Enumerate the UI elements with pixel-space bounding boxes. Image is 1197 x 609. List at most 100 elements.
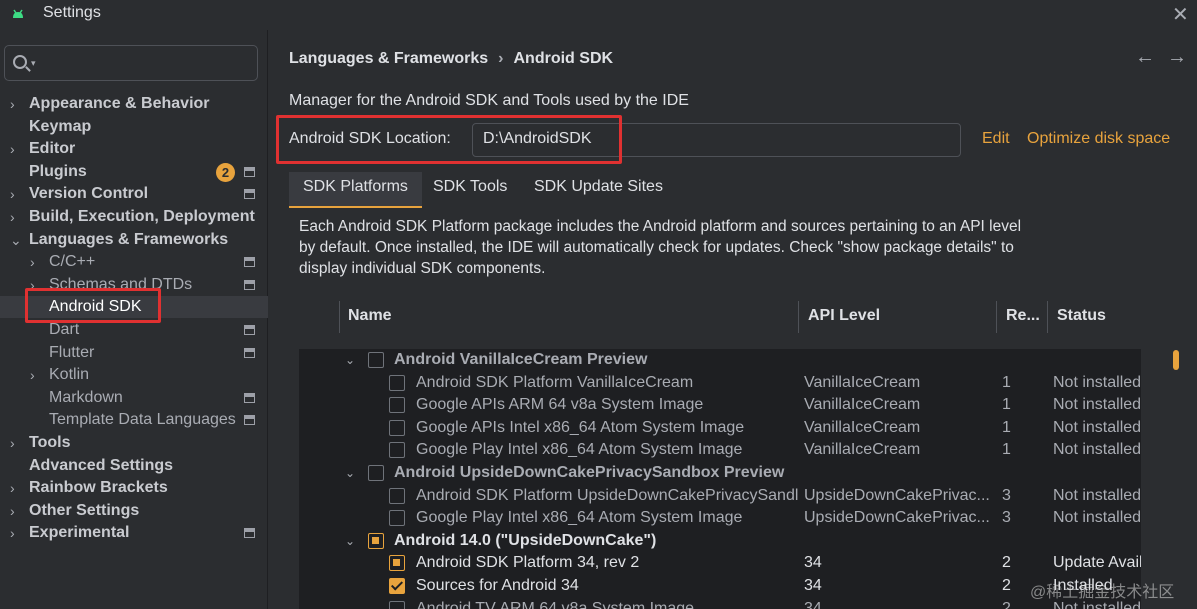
table-group-row[interactable]: ⌄ Android UpsideDownCakePrivacySandbox Pr… [299, 462, 1139, 484]
sidebar-item[interactable]: Flutter [0, 342, 268, 364]
checkbox[interactable] [368, 352, 384, 368]
notification-badge: 2 [216, 162, 235, 182]
checkbox[interactable] [389, 510, 405, 527]
sidebar-item[interactable]: Keymap [0, 116, 268, 138]
sidebar-item[interactable]: Advanced Settings [0, 455, 268, 477]
chevron-right-icon[interactable]: › [10, 477, 15, 499]
column-api-level[interactable]: API Level [808, 307, 880, 325]
checkbox[interactable] [389, 600, 405, 609]
checkbox[interactable] [389, 442, 405, 459]
optimize-disk-space-link[interactable]: Optimize disk space [1027, 130, 1170, 148]
title-bar: Settings ✕ [0, 0, 1197, 30]
search-input[interactable]: ▾ [4, 45, 258, 81]
nav-arrows: ← → [1135, 46, 1197, 69]
sdk-location-field[interactable]: D:\AndroidSDK [472, 123, 961, 157]
row-api-level: UpsideDownCakePrivac... [804, 509, 990, 527]
table-row[interactable]: Sources for Android 34 34 2 Installed [299, 575, 1139, 597]
breadcrumb-current: Android SDK [513, 50, 614, 67]
back-arrow-icon[interactable]: ← [1135, 46, 1155, 68]
tab-sdk-tools[interactable]: SDK Tools [419, 172, 521, 208]
settings-sidebar: ▾ › Appearance & Behavior Keymap › Editor Plu… [0, 30, 268, 609]
sdk-platforms-table: Name API Level Re... Status ⌄ Android Van… [299, 285, 1168, 609]
table-group-row[interactable]: ⌄ Android 14.0 ("UpsideDownCake") [299, 530, 1139, 552]
sidebar-item[interactable]: › Build, Execution, Deployment [0, 206, 268, 228]
main-panel: Languages & Frameworks › Android SDK ← → Ma… [269, 30, 1197, 609]
sidebar-item[interactable]: › Appearance & Behavior [0, 93, 268, 115]
chevron-right-icon[interactable]: › [30, 274, 35, 296]
sidebar-item[interactable]: Dart [0, 319, 268, 341]
row-name: Sources for Android 34 [416, 577, 579, 594]
forward-arrow-icon[interactable]: → [1167, 46, 1187, 68]
breadcrumb: Languages & Frameworks › Android SDK [289, 50, 613, 68]
chevron-right-icon[interactable]: › [10, 138, 15, 160]
table-row[interactable]: Android SDK Platform 34, rev 2 34 2 Update … [299, 552, 1156, 574]
tab-sdk-update-sites[interactable]: SDK Update Sites [520, 172, 677, 208]
sidebar-item-label: Kotlin [49, 366, 90, 384]
checkbox[interactable] [389, 419, 405, 436]
project-level-icon [244, 325, 255, 335]
sidebar-item[interactable]: Android SDK [0, 296, 268, 319]
sidebar-item[interactable]: › Editor [0, 138, 268, 160]
scrollbar-track[interactable] [1141, 349, 1168, 609]
checkbox[interactable] [368, 465, 384, 481]
row-api-level: 34 [804, 599, 822, 609]
tab-sdk-platforms[interactable]: SDK Platforms [289, 172, 422, 208]
table-group-row[interactable]: ⌄ Android VanillaIceCream Preview [299, 349, 1139, 371]
chevron-right-icon[interactable]: › [10, 522, 15, 544]
chevron-right-icon[interactable]: › [30, 251, 35, 273]
table-row[interactable]: Google APIs ARM 64 v8a System Image Vanil… [299, 394, 1141, 416]
scrollbar-thumb[interactable] [1173, 350, 1179, 370]
project-level-icon [244, 415, 255, 426]
table-row[interactable]: Google APIs Intel x86_64 Atom System Ima… [299, 417, 1141, 439]
column-revision[interactable]: Re... [1006, 307, 1040, 325]
chevron-right-icon[interactable]: › [10, 500, 15, 522]
chevron-right-icon[interactable]: › [10, 432, 15, 454]
sidebar-item[interactable]: › Rainbow Brackets [0, 477, 268, 499]
chevron-down-icon[interactable]: ⌄ [345, 530, 355, 552]
table-row[interactable]: Google Play Intel x86_64 Atom System Ima… [299, 439, 1141, 461]
sidebar-item[interactable]: Template Data Languages [0, 409, 268, 431]
edit-link[interactable]: Edit [982, 130, 1010, 148]
sidebar-item[interactable]: › Kotlin [0, 364, 268, 386]
sidebar-item[interactable]: ⌄ Languages & Frameworks [0, 229, 268, 251]
column-name[interactable]: Name [348, 307, 392, 325]
search-icon [13, 55, 27, 69]
sidebar-item[interactable]: › Tools [0, 432, 268, 454]
sidebar-item[interactable]: Markdown [0, 387, 268, 409]
sidebar-item[interactable]: › Version Control [0, 183, 268, 205]
sidebar-item[interactable]: › C/C++ [0, 251, 268, 273]
row-api-level: 34 [804, 577, 822, 594]
checkbox[interactable] [389, 374, 405, 391]
row-revision: 1 [1002, 441, 1011, 459]
checkbox[interactable] [389, 578, 405, 594]
checkbox[interactable] [389, 397, 405, 414]
chevron-right-icon[interactable]: › [10, 183, 15, 205]
table-row[interactable]: Android TV ARM 64 v8a System Image 34 2 Not… [299, 598, 1141, 609]
table-row[interactable]: Android SDK Platform VanillaIceCream Vani… [299, 372, 1141, 394]
sidebar-item[interactable]: › Other Settings [0, 500, 268, 522]
sidebar-item-label: Tools [29, 434, 71, 451]
checkbox[interactable] [389, 555, 405, 572]
chevron-right-icon[interactable]: › [30, 364, 35, 386]
table-row[interactable]: Google Play Intel x86_64 Atom System Ima… [299, 507, 1141, 529]
column-status[interactable]: Status [1057, 307, 1106, 325]
checkbox[interactable] [368, 532, 384, 549]
table-row[interactable]: Android SDK Platform UpsideDownCakePriva… [299, 485, 1141, 507]
chevron-right-icon[interactable]: › [10, 93, 15, 115]
close-icon[interactable]: ✕ [1172, 2, 1189, 27]
chevron-down-icon[interactable]: ▾ [31, 58, 36, 69]
breadcrumb-separator: › [498, 50, 504, 67]
chevron-down-icon[interactable]: ⌄ [10, 229, 22, 251]
row-api-level: 34 [804, 554, 822, 572]
breadcrumb-parent[interactable]: Languages & Frameworks [289, 50, 488, 67]
sidebar-item-label: Editor [29, 140, 76, 158]
chevron-right-icon[interactable]: › [10, 206, 15, 228]
checkbox[interactable] [389, 487, 405, 504]
chevron-down-icon[interactable]: ⌄ [345, 349, 355, 371]
chevron-down-icon[interactable]: ⌄ [345, 462, 355, 484]
sidebar-item[interactable]: › Experimental [0, 522, 268, 544]
sidebar-item[interactable]: › Schemas and DTDs [0, 274, 268, 296]
row-name: Android 14.0 ("UpsideDownCake") [394, 531, 657, 549]
sdk-location-label: Android SDK Location: [289, 130, 451, 147]
sidebar-item[interactable]: Plugins 2 [0, 161, 268, 183]
